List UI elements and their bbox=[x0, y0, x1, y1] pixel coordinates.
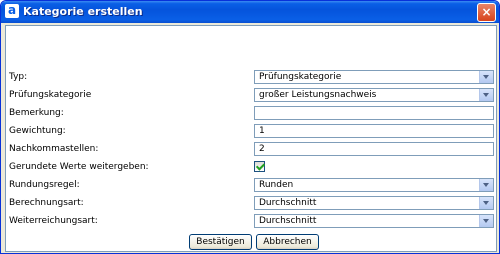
bemerkung-input[interactable] bbox=[254, 106, 494, 120]
row-berechnungsart: Berechnungsart: Durchschnitt bbox=[6, 196, 496, 210]
window-title: Kategorie erstellen bbox=[23, 5, 143, 18]
title-bar[interactable]: a Kategorie erstellen × bbox=[1, 1, 499, 23]
row-gewichtung: Gewichtung: 1 bbox=[6, 124, 496, 138]
weiterreichungsart-value: Durchschnitt bbox=[259, 216, 317, 226]
berechnungsart-select[interactable]: Durchschnitt bbox=[254, 196, 494, 210]
row-gerundete: Gerundete Werte weitergeben: bbox=[6, 160, 496, 174]
typ-select[interactable]: Prüfungskategorie bbox=[254, 70, 494, 84]
row-typ: Typ: Prüfungskategorie bbox=[6, 70, 496, 84]
nachkommastellen-value: 2 bbox=[259, 144, 265, 154]
weiterreichungsart-select[interactable]: Durchschnitt bbox=[254, 214, 494, 228]
chevron-down-icon[interactable] bbox=[479, 197, 493, 209]
chevron-down-icon[interactable] bbox=[479, 215, 493, 227]
typ-value: Prüfungskategorie bbox=[259, 72, 342, 82]
rundungsregel-value: Runden bbox=[259, 180, 294, 190]
row-bemerkung: Bemerkung: bbox=[6, 106, 496, 120]
confirm-button[interactable]: Bestätigen bbox=[189, 234, 252, 250]
rundungsregel-label: Rundungsregel: bbox=[9, 180, 80, 190]
typ-label: Typ: bbox=[9, 72, 28, 82]
cancel-button[interactable]: Abbrechen bbox=[256, 234, 319, 250]
gerundete-label: Gerundete Werte weitergeben: bbox=[9, 162, 149, 172]
bemerkung-label: Bemerkung: bbox=[9, 108, 64, 118]
chevron-down-icon[interactable] bbox=[479, 89, 493, 101]
nachkommastellen-input[interactable]: 2 bbox=[254, 142, 494, 156]
pruefungskategorie-value: großer Leistungsnachweis bbox=[259, 90, 377, 100]
berechnungsart-label: Berechnungsart: bbox=[9, 198, 84, 208]
dialog-window: a Kategorie erstellen × Typ: Prüfungskat… bbox=[0, 0, 500, 254]
app-icon: a bbox=[5, 4, 19, 18]
pruefungskategorie-label: Prüfungskategorie bbox=[9, 90, 92, 100]
rundungsregel-select[interactable]: Runden bbox=[254, 178, 494, 192]
gerundete-checkbox[interactable] bbox=[254, 161, 265, 172]
row-pruefungskategorie: Prüfungskategorie großer Leistungsnachwe… bbox=[6, 88, 496, 102]
chevron-down-icon[interactable] bbox=[479, 179, 493, 191]
row-rundungsregel: Rundungsregel: Runden bbox=[6, 178, 496, 192]
berechnungsart-value: Durchschnitt bbox=[259, 198, 317, 208]
chevron-down-icon[interactable] bbox=[479, 71, 493, 83]
gewichtung-value: 1 bbox=[259, 126, 265, 136]
close-button[interactable]: × bbox=[477, 3, 496, 22]
gewichtung-label: Gewichtung: bbox=[9, 126, 66, 136]
row-weiterreichungsart: Weiterreichungsart: Durchschnitt bbox=[6, 214, 496, 228]
gewichtung-input[interactable]: 1 bbox=[254, 124, 494, 138]
pruefungskategorie-select[interactable]: großer Leistungsnachweis bbox=[254, 88, 494, 102]
nachkommastellen-label: Nachkommastellen: bbox=[9, 144, 99, 154]
form-panel: Typ: Prüfungskategorie Prüfungskategorie… bbox=[5, 25, 497, 252]
row-nachkommastellen: Nachkommastellen: 2 bbox=[6, 142, 496, 156]
weiterreichungsart-label: Weiterreichungsart: bbox=[9, 216, 98, 226]
